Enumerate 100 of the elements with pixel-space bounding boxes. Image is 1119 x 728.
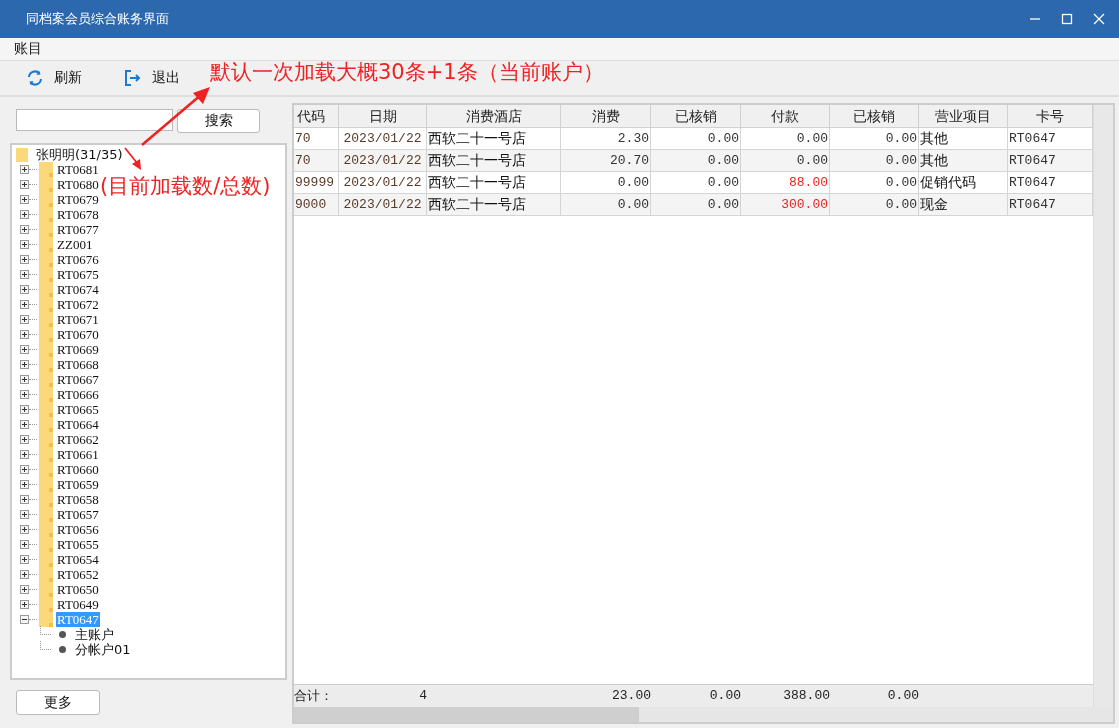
table-cell: 9000 xyxy=(294,194,339,216)
expand-icon[interactable] xyxy=(20,435,29,444)
tree-item[interactable]: RT0652 xyxy=(56,567,100,582)
expand-icon[interactable] xyxy=(20,405,29,414)
expand-icon[interactable] xyxy=(20,375,29,384)
totals-label: 合计： xyxy=(294,687,334,705)
tree-item[interactable]: ZZ001 xyxy=(56,237,94,252)
search-button[interactable]: 搜索 xyxy=(177,109,260,133)
table-cell: 300.00 xyxy=(741,194,830,216)
more-button[interactable]: 更多 xyxy=(16,690,100,715)
column-header[interactable]: 消费 xyxy=(561,105,651,128)
close-icon[interactable] xyxy=(1093,13,1105,25)
folder-icon xyxy=(39,612,53,627)
tree-item[interactable]: RT0655 xyxy=(56,537,100,552)
tree-item[interactable]: RT0677 xyxy=(56,222,100,237)
tree-item[interactable]: RT0650 xyxy=(56,582,100,597)
tree-item[interactable]: RT0665 xyxy=(56,402,100,417)
table-cell: 0.00 xyxy=(651,150,741,172)
tree-item[interactable]: RT0672 xyxy=(56,297,100,312)
maximize-icon[interactable] xyxy=(1061,13,1073,25)
tree-item[interactable]: 张明明(31/35) xyxy=(35,147,124,162)
expand-icon[interactable] xyxy=(20,195,29,204)
tree-item[interactable]: RT0674 xyxy=(56,282,100,297)
expand-icon[interactable] xyxy=(20,270,29,279)
tree-item[interactable]: RT0659 xyxy=(56,477,100,492)
expand-icon[interactable] xyxy=(20,300,29,309)
table-cell: 2023/01/22 xyxy=(339,150,427,172)
expand-icon[interactable] xyxy=(20,420,29,429)
column-header[interactable]: 付款 xyxy=(741,105,830,128)
table-cell: 0.00 xyxy=(830,194,919,216)
tree-item[interactable]: RT0662 xyxy=(56,432,100,447)
expand-icon[interactable] xyxy=(20,480,29,489)
column-header[interactable]: 日期 xyxy=(339,105,427,128)
collapse-icon[interactable] xyxy=(20,615,29,624)
expand-icon[interactable] xyxy=(20,495,29,504)
expand-icon[interactable] xyxy=(20,255,29,264)
tree-item[interactable]: RT0676 xyxy=(56,252,100,267)
expand-icon[interactable] xyxy=(20,510,29,519)
table-cell: 其他 xyxy=(919,150,1008,172)
expand-icon[interactable] xyxy=(20,525,29,534)
column-header[interactable]: 营业项目 xyxy=(919,105,1008,128)
tree-item[interactable]: RT0666 xyxy=(56,387,100,402)
tree-item[interactable]: 分帐户01 xyxy=(74,642,132,657)
table-cell: 0.00 xyxy=(651,194,741,216)
menu-item[interactable]: 账目 xyxy=(14,40,42,58)
expand-icon[interactable] xyxy=(20,390,29,399)
vertical-scrollbar[interactable] xyxy=(1093,105,1113,707)
tree-item[interactable]: RT0658 xyxy=(56,492,100,507)
expand-icon[interactable] xyxy=(20,315,29,324)
tree-item[interactable]: RT0680 xyxy=(56,177,100,192)
tree-item[interactable]: RT0669 xyxy=(56,342,100,357)
expand-icon[interactable] xyxy=(20,180,29,189)
tree-item[interactable]: RT0649 xyxy=(56,597,100,612)
refresh-icon xyxy=(26,69,44,87)
tree-item[interactable]: RT0664 xyxy=(56,417,100,432)
table-cell: 西软二十一号店 xyxy=(427,150,561,172)
column-header[interactable]: 代码 xyxy=(294,105,339,128)
expand-icon[interactable] xyxy=(20,585,29,594)
tree-item[interactable]: RT0681 xyxy=(56,162,100,177)
tree-item[interactable]: RT0671 xyxy=(56,312,100,327)
expand-icon[interactable] xyxy=(20,225,29,234)
annotation-text: (目前加载数/总数) xyxy=(100,173,271,200)
tree-item[interactable]: RT0679 xyxy=(56,192,100,207)
expand-icon[interactable] xyxy=(20,570,29,579)
tree-item[interactable]: RT0660 xyxy=(56,462,100,477)
tree-item[interactable]: RT0678 xyxy=(56,207,100,222)
expand-icon[interactable] xyxy=(20,345,29,354)
table-cell: 70 xyxy=(294,150,339,172)
expand-icon[interactable] xyxy=(20,240,29,249)
tree-item[interactable]: RT0668 xyxy=(56,357,100,372)
toolbar-button[interactable]: 刷新 xyxy=(26,69,82,87)
tree-item[interactable]: RT0657 xyxy=(56,507,100,522)
expand-icon[interactable] xyxy=(20,210,29,219)
column-header[interactable]: 已核销 xyxy=(830,105,919,128)
expand-icon[interactable] xyxy=(20,450,29,459)
window-title: 同档案会员综合账务界面 xyxy=(26,10,169,28)
scrollbar-thumb[interactable] xyxy=(294,707,639,722)
horizontal-scrollbar[interactable] xyxy=(294,707,1113,722)
column-header[interactable]: 已核销 xyxy=(651,105,741,128)
tree-item[interactable]: RT0667 xyxy=(56,372,100,387)
expand-icon[interactable] xyxy=(20,555,29,564)
expand-icon[interactable] xyxy=(20,465,29,474)
expand-icon[interactable] xyxy=(20,330,29,339)
tree-item[interactable]: RT0661 xyxy=(56,447,100,462)
expand-icon[interactable] xyxy=(20,600,29,609)
bullet-icon xyxy=(59,646,66,653)
tree-item[interactable]: 主账户 xyxy=(74,627,115,642)
folder-icon xyxy=(16,147,28,162)
tree-item[interactable]: RT0670 xyxy=(56,327,100,342)
search-field[interactable] xyxy=(16,109,173,131)
toolbar-button[interactable]: 退出 xyxy=(124,69,180,87)
tree-item[interactable]: RT0654 xyxy=(56,552,100,567)
expand-icon[interactable] xyxy=(20,360,29,369)
expand-icon[interactable] xyxy=(20,165,29,174)
column-header[interactable]: 消费酒店 xyxy=(427,105,561,128)
tree-item[interactable]: RT0675 xyxy=(56,267,100,282)
tree-item[interactable]: RT0656 xyxy=(56,522,100,537)
table-cell: 2023/01/22 xyxy=(339,194,427,216)
expand-icon[interactable] xyxy=(20,285,29,294)
expand-icon[interactable] xyxy=(20,540,29,549)
